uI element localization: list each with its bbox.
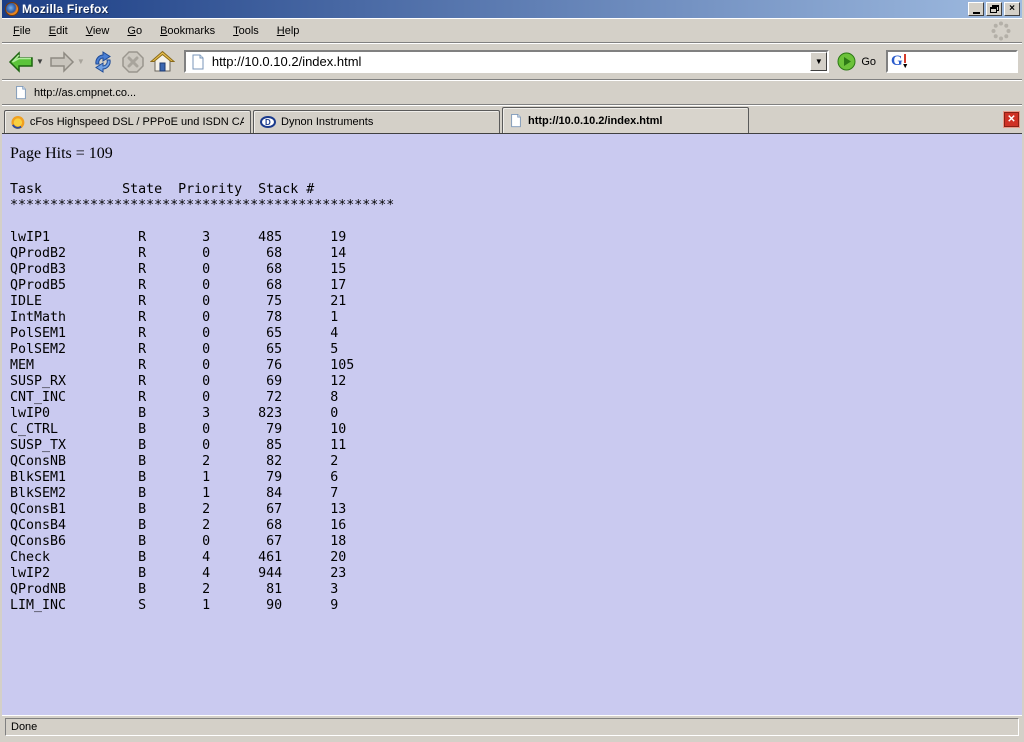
forward-dropdown-caret[interactable]: ▼ bbox=[77, 57, 85, 66]
stop-button[interactable] bbox=[119, 48, 147, 76]
search-bar: G▼ bbox=[886, 50, 1018, 73]
restore-button[interactable] bbox=[986, 2, 1002, 16]
dynon-icon: D bbox=[260, 116, 276, 128]
back-button[interactable]: ▼ bbox=[6, 49, 46, 75]
menu-bookmarks[interactable]: Bookmarks bbox=[151, 21, 224, 41]
menu-go[interactable]: Go bbox=[118, 21, 151, 41]
window-controls: × bbox=[968, 2, 1020, 16]
go-icon bbox=[837, 52, 856, 71]
page-hits-text: Page Hits = 109 bbox=[10, 145, 1014, 163]
menu-tools[interactable]: Tools bbox=[224, 21, 268, 41]
svg-text:D: D bbox=[265, 118, 271, 127]
page-icon bbox=[14, 85, 28, 100]
throbber-icon bbox=[990, 20, 1012, 42]
close-tab-icon: ✕ bbox=[1007, 115, 1015, 125]
forward-button[interactable]: ▼ bbox=[47, 49, 87, 75]
tab-bar: cFos Highspeed DSL / PPPoE und ISDN CAP.… bbox=[2, 105, 1022, 134]
tab-label: Dynon Instruments bbox=[281, 116, 373, 128]
status-bar: Done bbox=[2, 715, 1022, 739]
cfos-icon bbox=[11, 115, 25, 130]
forward-icon bbox=[49, 51, 75, 73]
tab-dynon[interactable]: D Dynon Instruments bbox=[253, 110, 500, 133]
browser-window: Mozilla Firefox × File Edit View Go Book… bbox=[0, 0, 1024, 742]
titlebar: Mozilla Firefox × bbox=[2, 0, 1022, 18]
go-button[interactable]: Go bbox=[835, 50, 882, 73]
tab-cfos[interactable]: cFos Highspeed DSL / PPPoE und ISDN CAP.… bbox=[4, 110, 251, 133]
navigation-toolbar: ▼ ▼ bbox=[2, 43, 1022, 80]
home-button[interactable] bbox=[148, 48, 177, 75]
firefox-icon bbox=[5, 2, 19, 16]
close-icon: × bbox=[1009, 4, 1015, 14]
menubar: File Edit View Go Bookmarks Tools Help bbox=[2, 18, 1022, 43]
url-bar: ▼ bbox=[184, 50, 829, 73]
page-content: Page Hits = 109 Task State Priority Stac… bbox=[2, 134, 1022, 715]
task-table: Task State Priority Stack # ************… bbox=[10, 182, 1014, 614]
page-icon bbox=[190, 54, 206, 70]
tab-label: http://10.0.10.2/index.html bbox=[528, 115, 662, 127]
menu-edit[interactable]: Edit bbox=[40, 21, 77, 41]
page-icon bbox=[509, 113, 523, 128]
minimize-icon bbox=[973, 12, 980, 14]
back-icon bbox=[8, 51, 34, 73]
minimize-button[interactable] bbox=[968, 2, 984, 16]
window-title: Mozilla Firefox bbox=[22, 2, 968, 16]
tab-index-html-active[interactable]: http://10.0.10.2/index.html bbox=[502, 107, 749, 133]
close-button[interactable]: × bbox=[1004, 2, 1020, 16]
search-input[interactable] bbox=[905, 54, 1013, 70]
stop-icon bbox=[121, 50, 145, 74]
restore-icon bbox=[990, 5, 999, 13]
tab-close-button[interactable]: ✕ bbox=[1003, 111, 1020, 128]
menu-view[interactable]: View bbox=[77, 21, 119, 41]
bookmark-label: http://as.cmpnet.co... bbox=[34, 87, 136, 99]
reload-button[interactable] bbox=[88, 48, 118, 76]
reload-icon bbox=[90, 50, 116, 74]
url-input[interactable] bbox=[210, 54, 810, 69]
status-text: Done bbox=[5, 718, 1019, 736]
tab-label: cFos Highspeed DSL / PPPoE und ISDN CAP.… bbox=[30, 116, 244, 128]
menu-help[interactable]: Help bbox=[268, 21, 309, 41]
go-label: Go bbox=[861, 56, 876, 68]
menu-file[interactable]: File bbox=[4, 21, 40, 41]
bookmarks-toolbar: http://as.cmpnet.co... bbox=[2, 80, 1022, 105]
back-dropdown-caret[interactable]: ▼ bbox=[36, 57, 44, 66]
url-dropdown-button[interactable]: ▼ bbox=[810, 52, 827, 71]
google-logo-icon[interactable]: G▼ bbox=[891, 54, 903, 69]
bookmark-item[interactable]: http://as.cmpnet.co... bbox=[8, 83, 142, 102]
home-icon bbox=[150, 50, 175, 73]
